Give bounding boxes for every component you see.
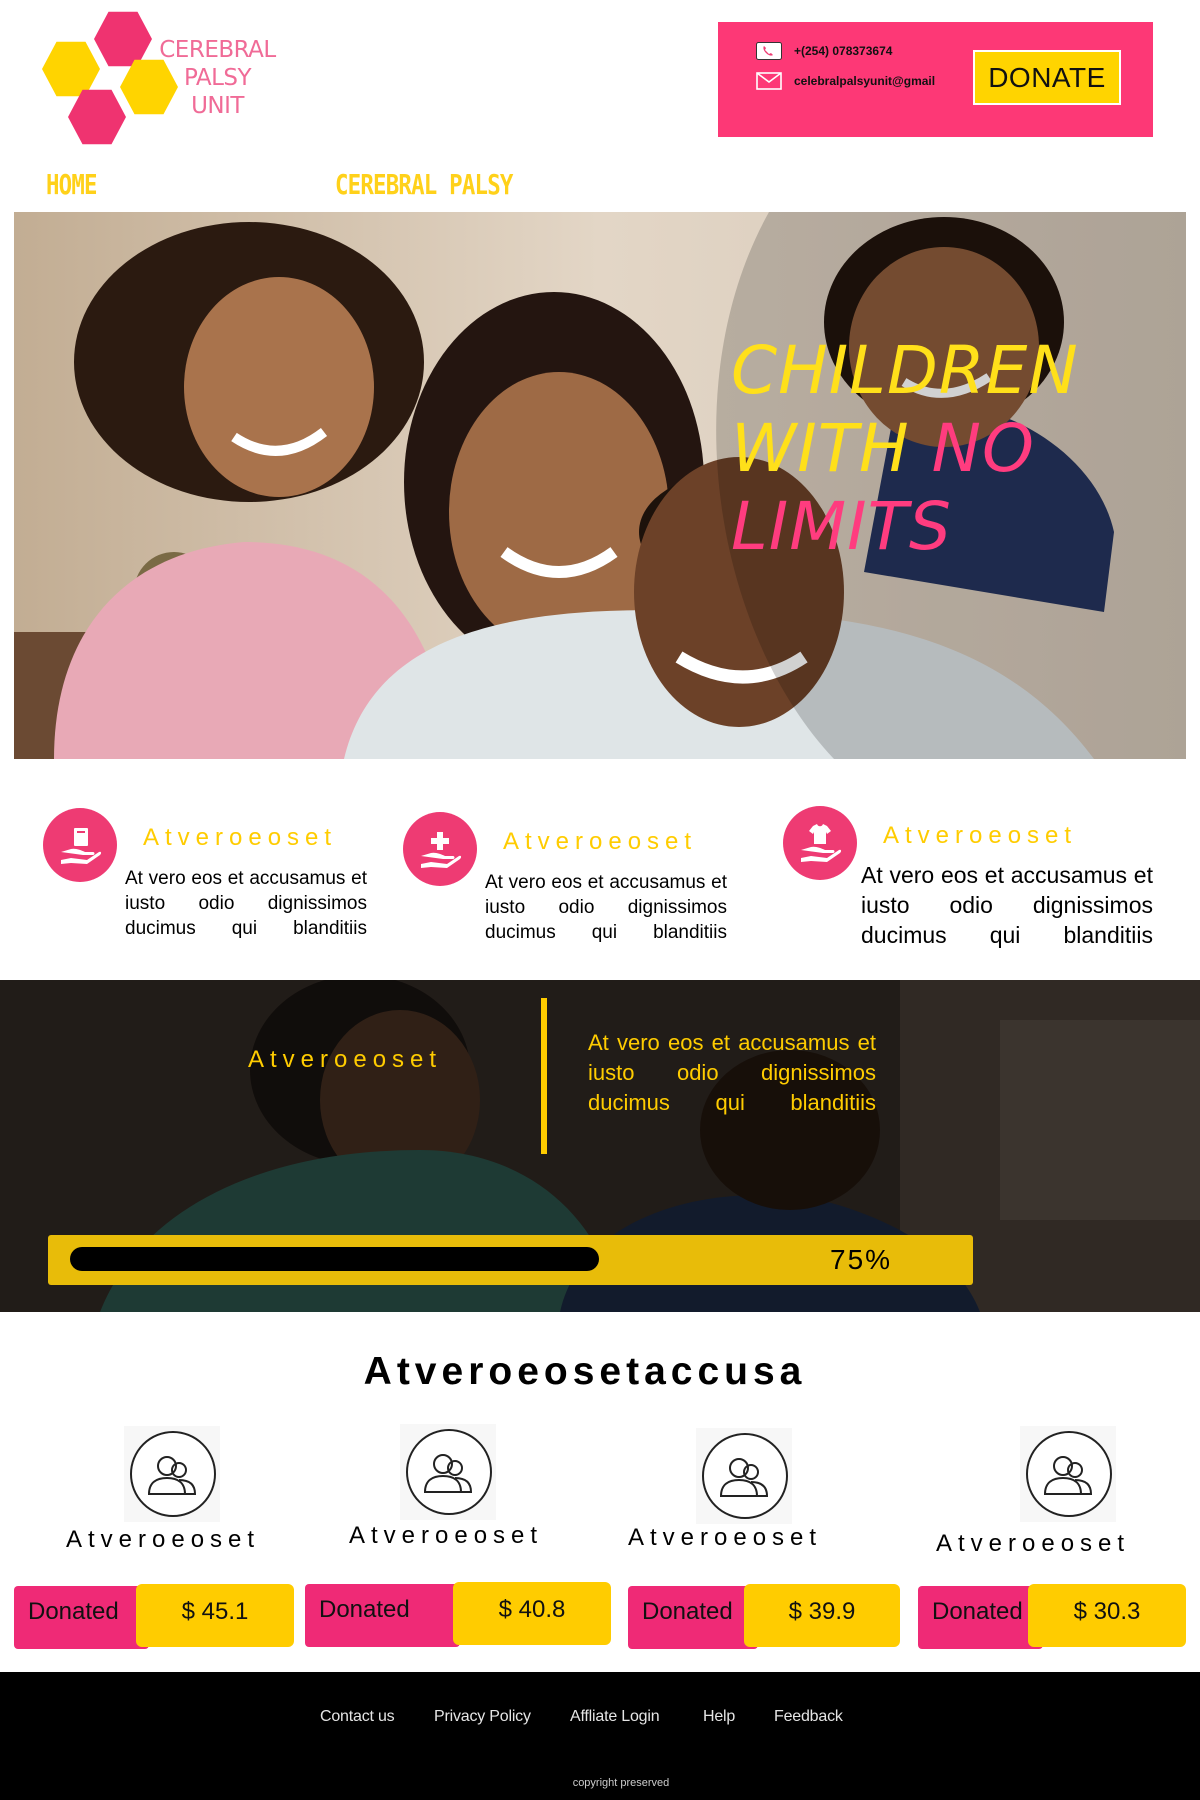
envelope-icon bbox=[756, 72, 782, 90]
donor-name: Atveroeoset bbox=[628, 1524, 823, 1551]
donated-label: Donated bbox=[918, 1586, 1043, 1649]
phone-text: +(254) 078373674 bbox=[794, 44, 893, 58]
medical-cross-in-hand-icon bbox=[403, 812, 477, 886]
feature-card: Atveroeoset At vero eos et accusamus et … bbox=[43, 808, 373, 958]
mission-section: Atveroeoset At vero eos et accusamus et … bbox=[0, 980, 1200, 1312]
donor-card: Atveroeoset Donated $ 30.3 bbox=[918, 1426, 1198, 1666]
donor-card: Atveroeoset Donated $ 39.9 bbox=[628, 1428, 908, 1668]
shirt-in-hand-icon bbox=[783, 806, 857, 880]
footer-link-contact[interactable]: Contact us bbox=[320, 1708, 395, 1726]
donation-pill: Donated $ 40.8 bbox=[305, 1582, 611, 1647]
donate-button[interactable]: DONATE bbox=[973, 50, 1121, 105]
phone-row[interactable]: +(254) 078373674 bbox=[756, 42, 892, 60]
donated-label: Donated bbox=[305, 1584, 460, 1647]
feature-title: Atveroeoset bbox=[143, 824, 338, 851]
donation-pill: Donated $ 39.9 bbox=[628, 1584, 900, 1649]
feature-card: Atveroeoset At vero eos et accusamus et … bbox=[403, 812, 733, 962]
feature-body: At vero eos et accusamus et iusto odio d… bbox=[485, 872, 727, 943]
feature-body: At vero eos et accusamus et iusto odio d… bbox=[125, 868, 367, 939]
phone-icon bbox=[756, 42, 782, 60]
logo[interactable]: CEREBRAL PALSY UNIT bbox=[40, 10, 280, 145]
user-group-icon bbox=[406, 1429, 492, 1515]
donated-amount: $ 40.8 bbox=[453, 1582, 611, 1645]
logo-hex-pink-top bbox=[94, 11, 152, 67]
donor-name: Atveroeoset bbox=[349, 1522, 544, 1549]
donation-pill: Donated $ 30.3 bbox=[918, 1584, 1186, 1649]
nav-cerebral-palsy[interactable]: CEREBRAL PALSY bbox=[335, 168, 513, 201]
feature-card: Atveroeoset At vero eos et accusamus et … bbox=[783, 806, 1153, 956]
logo-line-3: UNIT bbox=[191, 93, 244, 119]
donor-card: Atveroeoset Donated $ 45.1 bbox=[14, 1426, 294, 1666]
footer-link-affiliate[interactable]: Affliate Login bbox=[570, 1708, 660, 1726]
logo-hex-yellow-left bbox=[42, 41, 100, 97]
donated-label: Donated bbox=[628, 1586, 758, 1649]
footer-link-privacy[interactable]: Privacy Policy bbox=[434, 1708, 531, 1726]
hero-title-line-3: LIMITS bbox=[731, 488, 952, 565]
hero-title-with: WITH bbox=[731, 410, 932, 487]
donor-name: Atveroeoset bbox=[936, 1530, 1131, 1557]
hero-title-line-2: WITH NO bbox=[731, 410, 1171, 488]
donated-amount: $ 39.9 bbox=[744, 1584, 900, 1647]
donation-pill: Donated $ 45.1 bbox=[14, 1584, 294, 1649]
email-text: celebralpalsyunit@gmail bbox=[794, 74, 936, 88]
donor-card: Atveroeoset Donated $ 40.8 bbox=[305, 1424, 611, 1664]
nav-home[interactable]: HOME bbox=[46, 168, 98, 201]
donated-amount: $ 30.3 bbox=[1028, 1584, 1186, 1647]
hero-title-no: NO bbox=[931, 410, 1035, 487]
avatar bbox=[1020, 1426, 1116, 1522]
logo-line-1: CEREBRAL bbox=[159, 37, 276, 63]
avatar bbox=[400, 1424, 496, 1520]
footer-link-feedback[interactable]: Feedback bbox=[774, 1708, 843, 1726]
user-group-icon bbox=[130, 1431, 216, 1517]
user-group-icon bbox=[702, 1433, 788, 1519]
mission-divider bbox=[541, 998, 547, 1154]
hero-title: CHILDREN WITH NO LIMITS bbox=[731, 332, 1171, 566]
logo-line-2: PALSY bbox=[183, 65, 252, 91]
hero-title-line-1: CHILDREN bbox=[731, 332, 1079, 409]
email-row[interactable]: celebralpalsyunit@gmail bbox=[756, 72, 935, 90]
footer-link-help[interactable]: Help bbox=[703, 1708, 735, 1726]
mission-title: Atveroeoset bbox=[248, 1046, 443, 1073]
progress-label: 75% bbox=[830, 1244, 893, 1275]
footer: Contact us Privacy Policy Affliate Login… bbox=[0, 1672, 1200, 1800]
mission-body: At vero eos et accusamus et iusto odio d… bbox=[588, 1030, 876, 1115]
feature-body: At vero eos et accusamus et iusto odio d… bbox=[861, 862, 1153, 948]
copyright: copyright preserved bbox=[572, 1777, 670, 1789]
donor-name: Atveroeoset bbox=[66, 1526, 261, 1553]
progress-fill bbox=[70, 1247, 599, 1271]
logo-text: CEREBRAL PALSY UNIT bbox=[155, 36, 280, 120]
contact-box: +(254) 078373674 celebralpalsyunit@gmail… bbox=[718, 22, 1153, 137]
book-in-hand-icon bbox=[43, 808, 117, 882]
user-group-icon bbox=[1026, 1431, 1112, 1517]
hero-banner: CHILDREN WITH NO LIMITS bbox=[14, 212, 1186, 759]
feature-title: Atveroeoset bbox=[883, 822, 1078, 849]
donated-label: Donated bbox=[14, 1586, 149, 1649]
donors-heading: Atveroeosetaccusa bbox=[363, 1350, 807, 1393]
logo-hex-pink-bottom bbox=[68, 89, 126, 145]
avatar bbox=[124, 1426, 220, 1522]
feature-title: Atveroeoset bbox=[503, 828, 698, 855]
avatar bbox=[696, 1428, 792, 1524]
donated-amount: $ 45.1 bbox=[136, 1584, 294, 1647]
